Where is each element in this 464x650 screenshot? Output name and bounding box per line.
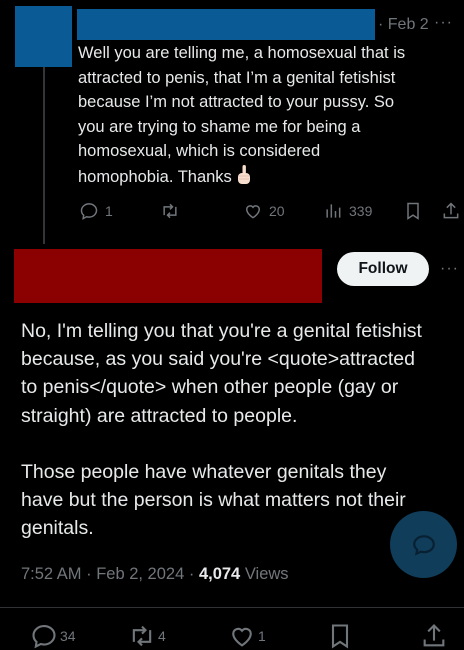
bookmark-icon — [407, 202, 419, 220]
bookmark-button[interactable] — [403, 201, 423, 221]
like-icon — [232, 627, 252, 647]
share-button[interactable] — [441, 201, 461, 221]
like-icon — [245, 205, 261, 219]
divider — [0, 607, 464, 608]
redacted-avatar[interactable] — [15, 6, 72, 67]
redacted-author[interactable] — [14, 249, 322, 303]
like-button[interactable]: 1 — [228, 622, 266, 650]
repost-icon — [132, 625, 152, 647]
repost-button[interactable] — [160, 201, 186, 221]
thread-line — [43, 64, 45, 244]
share-button[interactable] — [420, 622, 448, 650]
share-icon — [423, 624, 445, 647]
tweet-text: No, I'm telling you that you're a genita… — [21, 320, 422, 540]
views-count: 4,074 — [198, 565, 241, 583]
tweet-meta: 7:52 AM · Feb 2, 2024 · 4,074 Views — [21, 565, 289, 584]
redacted-username[interactable] — [77, 9, 375, 40]
repost-button[interactable]: 4 — [128, 622, 166, 650]
repost-icon — [163, 203, 177, 219]
more-icon[interactable]: ··· — [440, 260, 459, 278]
reply-icon — [32, 625, 56, 649]
chat-icon — [412, 534, 435, 556]
more-icon[interactable]: ··· — [434, 14, 453, 32]
bookmark-button[interactable] — [326, 622, 354, 650]
follow-button[interactable]: Follow — [337, 252, 429, 286]
chat-fab[interactable] — [390, 511, 457, 578]
like-button[interactable]: 20 — [243, 201, 285, 221]
reply-text: Well you are telling me, a homosexual th… — [78, 44, 406, 186]
views-label: Views — [240, 565, 289, 583]
share-icon — [443, 202, 459, 219]
views-button[interactable]: 339 — [323, 201, 372, 221]
reply-button[interactable]: 1 — [79, 201, 113, 221]
reply-date[interactable]: · Feb 2 — [378, 16, 429, 34]
reply-button[interactable]: 34 — [30, 622, 76, 650]
middle-finger-emoji — [237, 164, 250, 184]
bookmark-icon — [331, 624, 349, 649]
reply-icon — [80, 203, 98, 220]
views-icon — [326, 204, 341, 218]
tweet-timestamp[interactable]: 7:52 AM · Feb 2, 2024 · — [21, 565, 199, 583]
